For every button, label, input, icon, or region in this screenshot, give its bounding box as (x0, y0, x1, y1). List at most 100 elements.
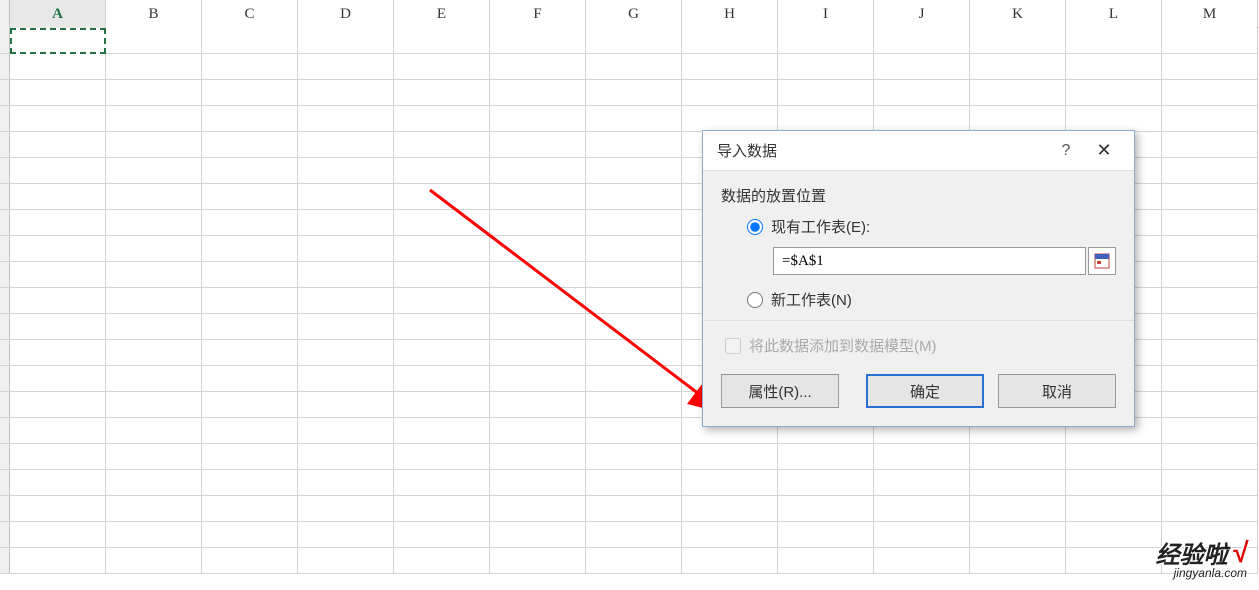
row-header[interactable] (0, 366, 10, 392)
cell[interactable] (106, 340, 202, 366)
cell[interactable] (394, 366, 490, 392)
cell[interactable] (1162, 444, 1258, 470)
cell[interactable] (490, 80, 586, 106)
cell[interactable] (10, 184, 106, 210)
cell[interactable] (970, 106, 1066, 132)
cell[interactable] (394, 340, 490, 366)
cell[interactable] (586, 470, 682, 496)
cell[interactable] (586, 392, 682, 418)
cell[interactable] (394, 496, 490, 522)
cell[interactable] (202, 522, 298, 548)
cell[interactable] (202, 288, 298, 314)
cell[interactable] (298, 158, 394, 184)
radio-existing-sheet[interactable]: 现有工作表(E): (747, 216, 1116, 237)
col-header-A[interactable]: A (10, 0, 106, 28)
cell[interactable] (490, 210, 586, 236)
cell[interactable] (586, 132, 682, 158)
col-header-D[interactable]: D (298, 0, 394, 28)
cell[interactable] (970, 80, 1066, 106)
cell[interactable] (1162, 54, 1258, 80)
cell[interactable] (874, 548, 970, 574)
cell[interactable] (106, 522, 202, 548)
cell[interactable] (106, 288, 202, 314)
cell[interactable] (10, 28, 106, 54)
cell[interactable] (586, 340, 682, 366)
cell[interactable] (298, 340, 394, 366)
cell[interactable] (394, 470, 490, 496)
cell[interactable] (106, 184, 202, 210)
cell[interactable] (586, 184, 682, 210)
cell[interactable] (106, 132, 202, 158)
cell[interactable] (1162, 392, 1258, 418)
cell[interactable] (298, 106, 394, 132)
cell[interactable] (106, 54, 202, 80)
cell[interactable] (10, 340, 106, 366)
cell[interactable] (298, 288, 394, 314)
cell[interactable] (682, 28, 778, 54)
cell[interactable] (1162, 288, 1258, 314)
cell[interactable] (490, 236, 586, 262)
cell[interactable] (202, 28, 298, 54)
cell[interactable] (106, 262, 202, 288)
cell[interactable] (778, 80, 874, 106)
col-header-M[interactable]: M (1162, 0, 1258, 28)
cell[interactable] (298, 392, 394, 418)
cell[interactable] (106, 106, 202, 132)
cell[interactable] (778, 28, 874, 54)
row-header[interactable] (0, 470, 10, 496)
range-picker-icon[interactable] (1088, 247, 1116, 275)
cell[interactable] (298, 444, 394, 470)
row-header[interactable] (0, 158, 10, 184)
row-header[interactable] (0, 392, 10, 418)
cell[interactable] (106, 314, 202, 340)
cell[interactable] (394, 184, 490, 210)
cell[interactable] (874, 470, 970, 496)
cell[interactable] (10, 548, 106, 574)
cell[interactable] (1162, 366, 1258, 392)
row-header[interactable] (0, 522, 10, 548)
cell[interactable] (202, 236, 298, 262)
cell[interactable] (394, 314, 490, 340)
cell[interactable] (874, 522, 970, 548)
cell[interactable] (778, 470, 874, 496)
cell[interactable] (394, 80, 490, 106)
cell[interactable] (202, 210, 298, 236)
cell[interactable] (202, 80, 298, 106)
cell[interactable] (394, 418, 490, 444)
cell[interactable] (10, 236, 106, 262)
cell[interactable] (10, 288, 106, 314)
cell[interactable] (1162, 340, 1258, 366)
cell[interactable] (10, 522, 106, 548)
cell[interactable] (10, 106, 106, 132)
cell[interactable] (874, 106, 970, 132)
col-header-H[interactable]: H (682, 0, 778, 28)
cell[interactable] (106, 392, 202, 418)
cell[interactable] (586, 496, 682, 522)
cell[interactable] (106, 236, 202, 262)
cell[interactable] (202, 132, 298, 158)
row-header[interactable] (0, 496, 10, 522)
cell[interactable] (202, 262, 298, 288)
radio-existing-input[interactable] (747, 219, 763, 235)
cell[interactable] (1066, 470, 1162, 496)
cell[interactable] (1162, 28, 1258, 54)
cell[interactable] (682, 522, 778, 548)
cell[interactable] (1162, 496, 1258, 522)
cell[interactable] (1162, 418, 1258, 444)
cell[interactable] (586, 444, 682, 470)
cell-reference-input[interactable] (773, 247, 1086, 275)
col-header-J[interactable]: J (874, 0, 970, 28)
cell[interactable] (1066, 444, 1162, 470)
cell[interactable] (298, 28, 394, 54)
cell[interactable] (874, 28, 970, 54)
row-header[interactable] (0, 548, 10, 574)
cell[interactable] (970, 496, 1066, 522)
cell[interactable] (394, 548, 490, 574)
cell[interactable] (490, 132, 586, 158)
cell[interactable] (10, 366, 106, 392)
row-header[interactable] (0, 236, 10, 262)
cell[interactable] (298, 314, 394, 340)
cell[interactable] (106, 418, 202, 444)
cell[interactable] (586, 522, 682, 548)
cell[interactable] (874, 496, 970, 522)
